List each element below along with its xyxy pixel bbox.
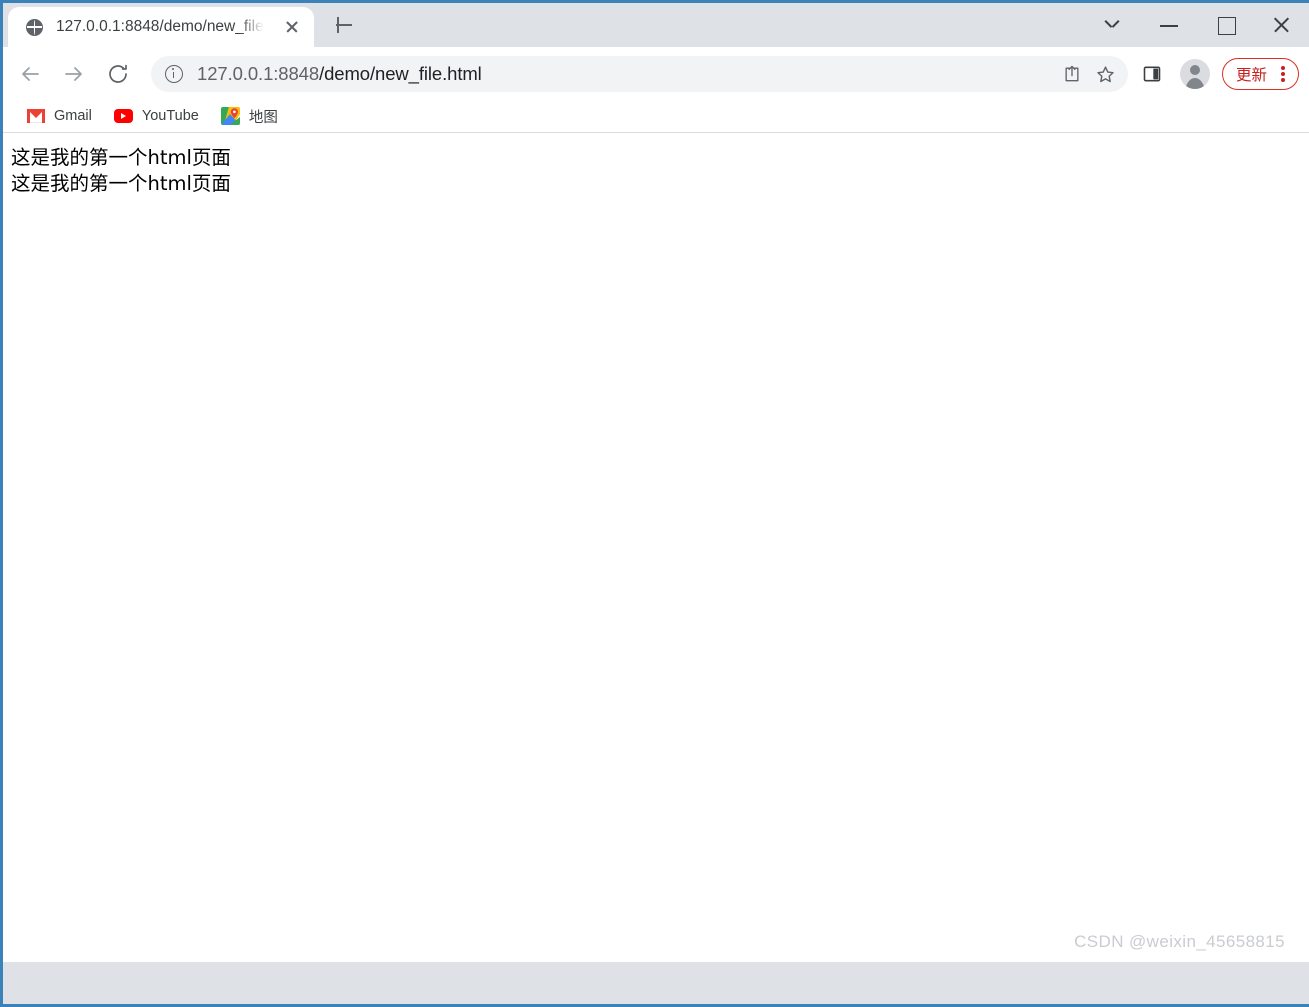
page-content: 这是我的第一个html页面 这是我的第一个html页面 CSDN @weixin…: [3, 133, 1309, 962]
share-icon[interactable]: [1056, 58, 1088, 90]
bookmark-label: YouTube: [141, 108, 199, 124]
update-button[interactable]: 更新: [1221, 57, 1299, 90]
globe-icon: [26, 18, 43, 36]
close-icon[interactable]: [1253, 4, 1309, 46]
window-controls: [1085, 3, 1309, 47]
address-bar[interactable]: 127.0.0.1:8848/demo/new_file.html: [151, 55, 1128, 92]
url-host: 127.0.0.1:8848: [197, 62, 320, 84]
chevron-down-icon[interactable]: [1085, 4, 1141, 46]
tab-title: 127.0.0.1:8848/demo/new_file: [56, 18, 264, 35]
maximize-icon[interactable]: [1197, 4, 1253, 46]
browser-tab[interactable]: 127.0.0.1:8848/demo/new_file: [8, 7, 314, 47]
forward-arrow-icon[interactable]: [55, 55, 93, 93]
gmail-icon: [27, 109, 45, 123]
page-text-line: 这是我的第一个html页面: [11, 146, 231, 169]
new-tab-button[interactable]: [330, 11, 358, 39]
bookmark-label: 地图: [248, 109, 278, 126]
google-maps-icon: [220, 107, 240, 125]
bookmarks-bar: Gmail YouTube 地图: [3, 100, 1309, 133]
watermark: CSDN @weixin_45658815: [1074, 932, 1285, 951]
url-text: 127.0.0.1:8848/demo/new_file.html: [197, 63, 1054, 85]
reload-icon[interactable]: [99, 55, 137, 93]
back-arrow-icon[interactable]: [11, 55, 49, 93]
browser-toolbar: 127.0.0.1:8848/demo/new_file.html 更新: [3, 47, 1309, 100]
profile-avatar-icon[interactable]: [1179, 58, 1210, 89]
minimize-icon[interactable]: [1141, 4, 1197, 46]
update-label: 更新: [1235, 66, 1267, 84]
info-circle-icon[interactable]: [165, 64, 183, 83]
tab-strip: 127.0.0.1:8848/demo/new_file: [3, 3, 1309, 47]
three-dot-menu-icon[interactable]: [1274, 63, 1292, 85]
browser-window: 127.0.0.1:8848/demo/new_file 127.0.0.1:8…: [0, 0, 1309, 1007]
youtube-icon: [113, 109, 133, 123]
bookmark-maps[interactable]: 地图: [213, 103, 286, 129]
star-icon[interactable]: [1090, 58, 1122, 90]
bookmark-youtube[interactable]: YouTube: [106, 103, 207, 129]
close-icon[interactable]: [282, 17, 302, 37]
bookmark-label: Gmail: [54, 108, 92, 124]
url-path: /demo/new_file.html: [319, 62, 482, 84]
bookmark-gmail[interactable]: Gmail: [19, 103, 100, 129]
page-text-line: 这是我的第一个html页面: [11, 172, 231, 195]
side-panel-icon[interactable]: [1134, 56, 1170, 92]
